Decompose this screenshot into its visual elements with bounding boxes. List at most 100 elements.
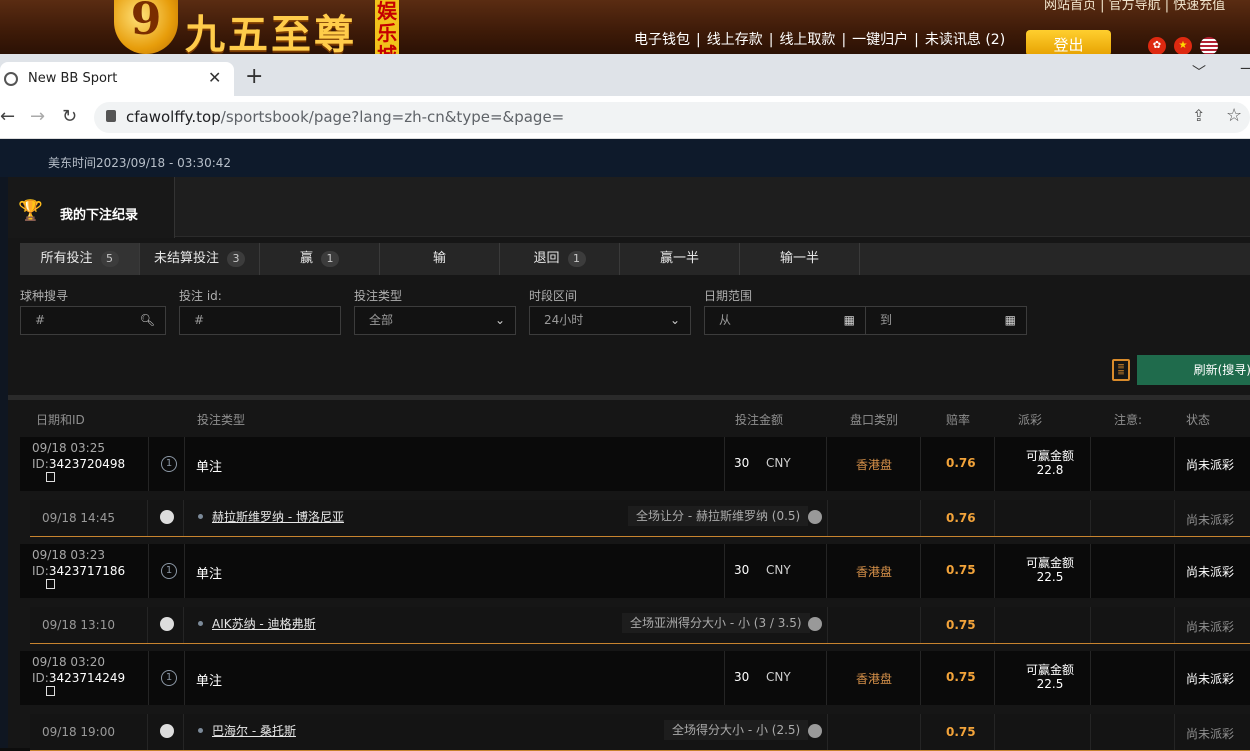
- url-text[interactable]: cfawolffy.top/sportsbook/page?lang=zh-cn…: [126, 108, 564, 126]
- flag-cn-icon[interactable]: ★: [1174, 37, 1192, 54]
- nav-deposit[interactable]: 线上存款: [707, 32, 763, 48]
- nav-messages[interactable]: 未读讯息 (2): [925, 32, 1005, 48]
- bullet-icon: [198, 728, 203, 733]
- col-payout: 派彩: [1018, 413, 1043, 427]
- bet-status: 尚未派彩: [1186, 565, 1235, 579]
- period-select[interactable]: 24小时 ⌄: [529, 306, 691, 335]
- row-type-cell: [185, 437, 725, 491]
- bet-amount: 30: [734, 670, 750, 684]
- site-banner: 9 九五至尊 娱乐城 网站首页 | 官方导航 | 快速充值 电子钱包|线上存款|…: [0, 0, 1250, 54]
- tab-won[interactable]: 赢1: [260, 243, 380, 275]
- nav-consolidate[interactable]: 一键归户: [852, 32, 908, 48]
- bet-amount: 30: [734, 456, 750, 470]
- copy-icon[interactable]: [46, 472, 55, 482]
- bet-id-label: 投注 id:: [179, 289, 222, 303]
- info-icon[interactable]: [808, 617, 822, 631]
- tab-all-bets[interactable]: 所有投注 5: [20, 243, 140, 275]
- bet-datetime: 09/18 03:23: [32, 548, 105, 562]
- row-notes-cell: [1091, 544, 1175, 598]
- panel-title: 我的下注纪录: [60, 208, 139, 223]
- tab-half-won[interactable]: 赢一半: [620, 243, 740, 275]
- event-notes-cell: [1091, 714, 1175, 750]
- event-market-cell: [828, 607, 921, 643]
- event-payout-cell: [995, 607, 1091, 643]
- tab-title: New BB Sport: [28, 71, 118, 86]
- event-match-link[interactable]: 赫拉斯维罗纳 - 博洛尼亚: [212, 508, 344, 525]
- table-row[interactable]: 09/18 03:20 ID:3423714249 1 单注 30 CNY 香港…: [20, 651, 1250, 705]
- browser-address-bar: ← → ↻ cfawolffy.top/sportsbook/page?lang…: [0, 96, 1250, 139]
- tab-lost[interactable]: 输: [380, 243, 500, 275]
- tab-refunded[interactable]: 退回 1: [500, 243, 620, 275]
- logo-vertical-badge: 娱乐城: [375, 0, 399, 54]
- sport-search-input[interactable]: # 🔍︎: [20, 306, 166, 335]
- table-row[interactable]: 09/18 03:25 ID:3423720498 1 单注 30 CNY 香港…: [20, 437, 1250, 491]
- event-match-link[interactable]: AIK苏纳 - 迪格弗斯: [212, 615, 316, 632]
- copy-icon[interactable]: [46, 579, 55, 589]
- reload-icon[interactable]: ↻: [62, 106, 77, 127]
- trophy-icon: 🏆: [18, 198, 43, 222]
- col-status: 状态: [1186, 413, 1211, 427]
- tab-half-lost[interactable]: 输一半: [740, 243, 860, 275]
- info-icon[interactable]: [808, 510, 822, 524]
- bookmark-star-icon[interactable]: ☆: [1226, 105, 1242, 126]
- event-payout-cell: [995, 500, 1091, 536]
- lock-icon[interactable]: [106, 110, 116, 122]
- date-to-input[interactable]: 到 ▦: [865, 306, 1027, 335]
- bet-count-icon: 1: [161, 456, 177, 472]
- table-row[interactable]: 09/18 03:23 ID:3423717186 1 单注 30 CNY 香港…: [20, 544, 1250, 598]
- bet-type: 单注: [196, 674, 223, 689]
- event-notes-cell: [1091, 500, 1175, 536]
- table-divider: [8, 395, 1250, 400]
- eastern-time-clock: 美东时间2023/09/18 - 03:30:42: [48, 156, 232, 170]
- bet-count-icon: 1: [161, 563, 177, 579]
- chevron-down-icon: ⌄: [669, 313, 680, 327]
- chevron-down-icon[interactable]: ﹀: [1192, 62, 1206, 82]
- clipboard-icon[interactable]: ≡ ≡: [1112, 359, 1130, 381]
- event-time: 09/18 14:45: [42, 511, 115, 525]
- row-notes-cell: [1091, 651, 1175, 705]
- flag-hk-icon[interactable]: ✿: [1148, 37, 1166, 54]
- logout-button[interactable]: 登出: [1026, 30, 1111, 54]
- row-type-cell: [185, 651, 725, 705]
- event-row: 09/18 19:00 巴海尔 - 桑托斯 全场得分大小 - 小 (2.5) 0…: [30, 714, 1250, 751]
- calendar-icon[interactable]: ▦: [844, 307, 855, 334]
- date-from-input[interactable]: 从 ▦: [704, 306, 866, 335]
- tab-unsettled[interactable]: 未结算投注 3: [140, 243, 260, 275]
- event-notes-cell: [1091, 607, 1175, 643]
- url-bar[interactable]: cfawolffy.top/sportsbook/page?lang=zh-cn…: [94, 102, 1250, 133]
- logo-emblem: 9: [114, 0, 178, 54]
- forward-arrow-icon[interactable]: →: [30, 106, 45, 127]
- event-match-link[interactable]: 巴海尔 - 桑托斯: [212, 722, 296, 739]
- date-bar: 美东时间2023/09/18 - 03:30:42: [0, 139, 1250, 177]
- col-market: 盘口类别: [850, 413, 899, 427]
- win-amount: 22.8: [1036, 463, 1064, 477]
- bet-type: 单注: [196, 567, 223, 582]
- close-icon[interactable]: ✕: [208, 68, 221, 87]
- search-icon[interactable]: 🔍︎: [140, 307, 155, 334]
- refresh-search-button[interactable]: 刷新(搜寻): [1137, 355, 1250, 385]
- top-small-links[interactable]: 网站首页 | 官方导航 | 快速充值: [1044, 0, 1225, 13]
- bet-id-input[interactable]: #: [179, 306, 341, 335]
- win-amount: 22.5: [1036, 677, 1064, 691]
- browser-tab[interactable]: New BB Sport ✕: [0, 62, 234, 96]
- calendar-icon[interactable]: ▦: [1005, 307, 1016, 334]
- event-row: 09/18 14:45 赫拉斯维罗纳 - 博洛尼亚 全场让分 - 赫拉斯维罗纳 …: [30, 500, 1250, 537]
- bet-type-select[interactable]: 全部 ⌄: [354, 306, 516, 335]
- globe-icon: [4, 72, 18, 86]
- event-odds: 0.75: [946, 725, 976, 739]
- info-icon[interactable]: [808, 724, 822, 738]
- bet-count-icon: 1: [161, 670, 177, 686]
- nav-withdraw[interactable]: 线上取款: [779, 32, 835, 48]
- nav-wallet[interactable]: 电子钱包: [634, 32, 690, 48]
- minimize-icon[interactable]: —: [1240, 58, 1250, 77]
- back-arrow-icon[interactable]: ←: [0, 106, 15, 127]
- panel-tab-my-bets[interactable]: 🏆 我的下注纪录: [8, 177, 175, 238]
- account-nav: 电子钱包 | 线上存款 | 线上取款 | 一键归户 | 未读讯息 (2): [634, 32, 1006, 48]
- new-tab-plus-icon[interactable]: +: [245, 66, 263, 88]
- flag-us-icon[interactable]: [1200, 37, 1218, 54]
- share-icon[interactable]: ⇪: [1192, 106, 1205, 125]
- bet-status: 尚未派彩: [1186, 458, 1235, 472]
- copy-icon[interactable]: [46, 686, 55, 696]
- row-type-cell: [185, 544, 725, 598]
- bet-filter-tabs: 所有投注 5 未结算投注 3 赢1 输 退回 1 赢一半 输一半: [20, 243, 1250, 275]
